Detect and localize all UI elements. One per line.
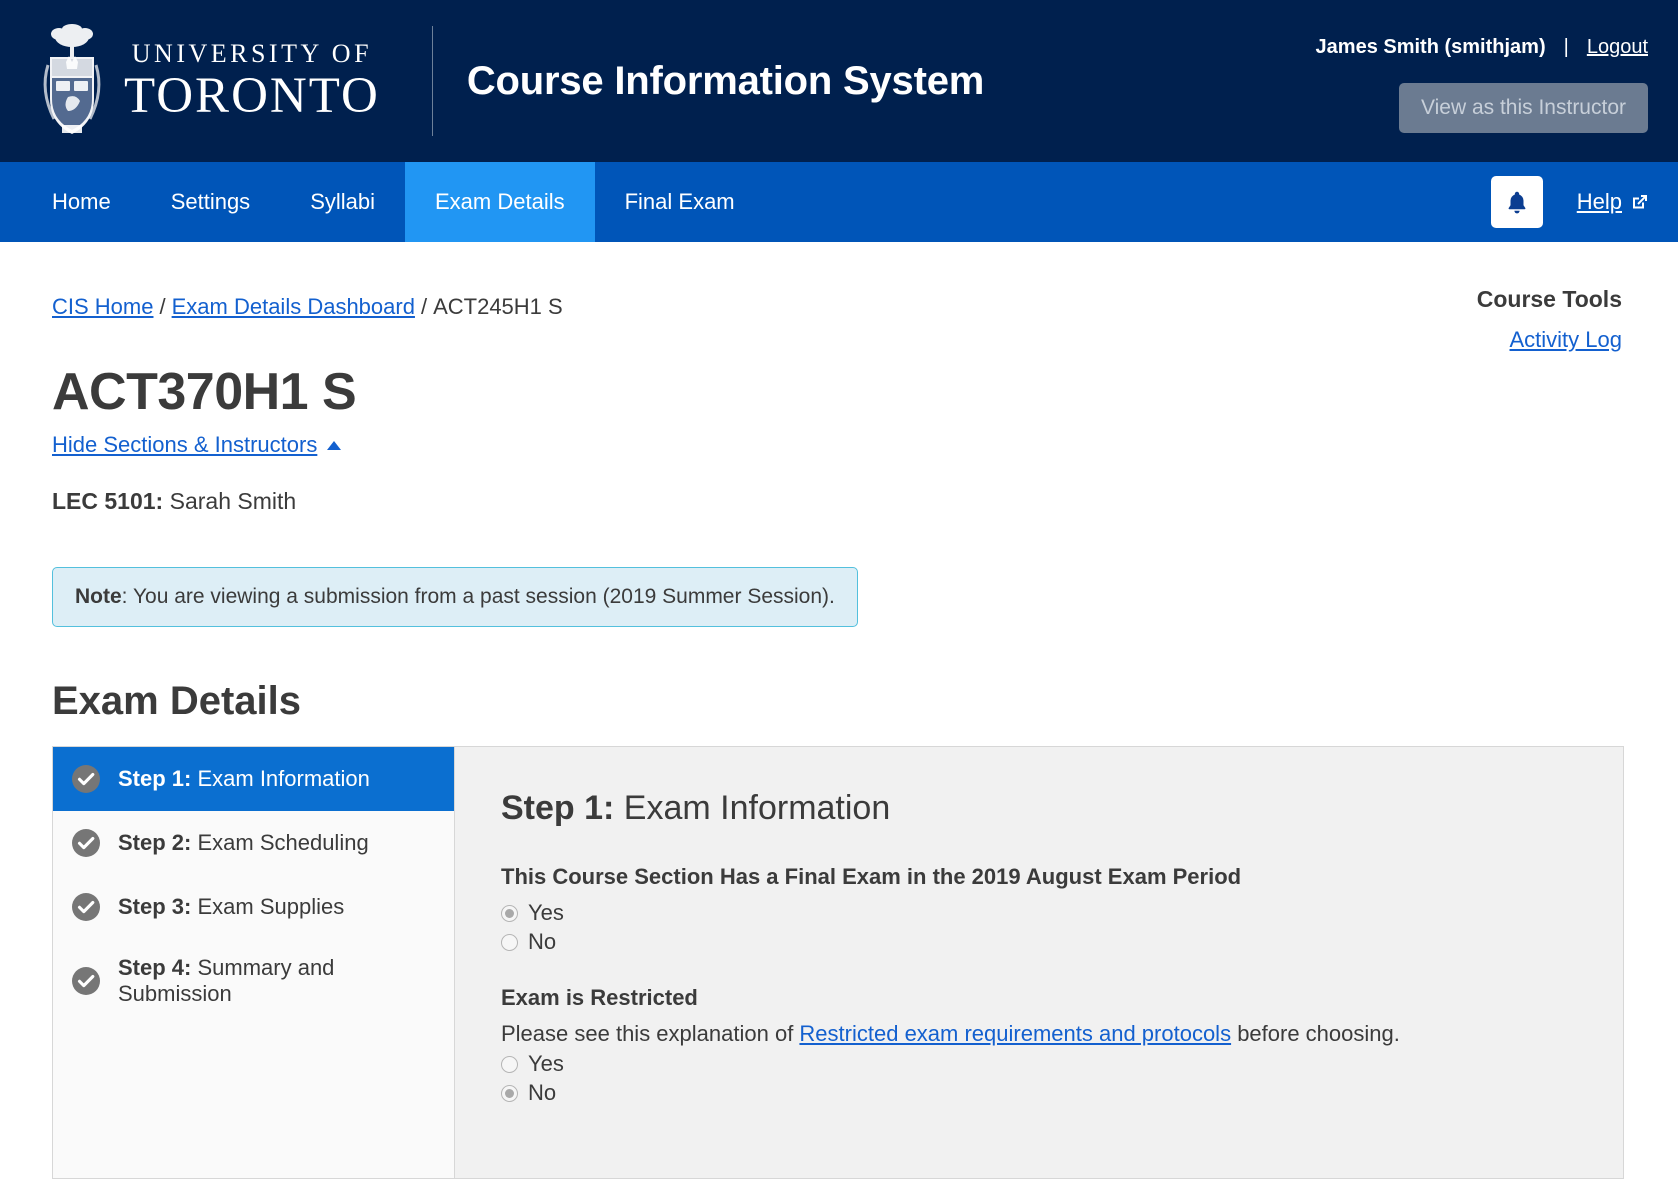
wizard-step-3-title: Exam Supplies: [191, 894, 345, 919]
header-divider: [431, 26, 433, 136]
uoft-wordmark-line2: TORONTO: [124, 67, 380, 124]
wizard-step-4-number: Step 4:: [118, 955, 192, 980]
exam-details-heading: Exam Details: [52, 679, 302, 723]
breadcrumb-exam-details-dashboard[interactable]: Exam Details Dashboard: [172, 294, 415, 319]
user-separator: |: [1563, 35, 1569, 58]
radio-final-exam-yes[interactable]: Yes: [501, 900, 1577, 926]
breadcrumb-separator-1: /: [159, 294, 166, 319]
notifications-button[interactable]: [1490, 176, 1543, 228]
wizard-step-3[interactable]: Step 3: Exam Supplies: [53, 875, 454, 939]
wizard-step-2-title: Exam Scheduling: [191, 830, 369, 855]
radio-dot-icon: [501, 1055, 518, 1073]
note-text: : You are viewing a submission from a pa…: [121, 585, 835, 608]
note-label: Note: [75, 585, 122, 608]
help-link[interactable]: Help: [1577, 189, 1650, 215]
step-panel-heading: Step 1: Exam Information: [501, 789, 1577, 828]
nav-right-actions: Help: [1490, 162, 1650, 242]
uoft-wordmark-line1: UNIVERSITY OF: [131, 38, 373, 68]
restricted-desc-before: Please see this explanation of: [501, 1021, 800, 1046]
radio-dot-icon: [501, 1084, 518, 1102]
field-final-exam-period-label: This Course Section Has a Final Exam in …: [501, 864, 1242, 889]
check-circle-icon: [72, 967, 100, 995]
header-user-area: James Smith (smithjam) | Logout View as …: [1316, 0, 1648, 162]
step-panel-title: Exam Information: [614, 789, 891, 827]
radio-restricted-no-label: No: [528, 1080, 557, 1105]
restricted-exam-requirements-link[interactable]: Restricted exam requirements and protoco…: [799, 1021, 1231, 1046]
user-line: James Smith (smithjam) | Logout: [1316, 36, 1648, 59]
radio-restricted-yes[interactable]: Yes: [501, 1051, 1577, 1077]
nav-item-exam-details[interactable]: Exam Details: [405, 162, 595, 242]
section-label: LEC 5101:: [52, 488, 164, 514]
main-navigation: Home Settings Syllabi Exam Details Final…: [0, 162, 1678, 242]
wizard-steps-list: Step 1: Exam Information Step 2: Exam Sc…: [53, 747, 455, 1178]
page-body: CIS Home / Exam Details Dashboard / ACT245H1…: [0, 242, 1678, 1179]
page-title: ACT370H1 S: [52, 363, 357, 421]
exam-details-wizard: Step 1: Exam Information Step 2: Exam Sc…: [52, 746, 1624, 1179]
field-exam-restricted-description: Please see this explanation of Restricte…: [501, 1021, 1577, 1047]
restricted-desc-after: before choosing.: [1231, 1021, 1400, 1046]
breadcrumb-current: ACT245H1 S: [433, 294, 563, 319]
breadcrumb-cis-home[interactable]: CIS Home: [52, 294, 153, 319]
hide-sections-label: Hide Sections & Instructors: [52, 432, 318, 457]
wizard-step-3-number: Step 3:: [118, 894, 192, 919]
course-tools-panel: Course Tools Activity Log: [1342, 286, 1622, 353]
field-exam-restricted-label: Exam is Restricted: [501, 985, 698, 1010]
section-instructor-row: LEC 5101: Sarah Smith: [52, 488, 1626, 515]
step-panel-number: Step 1:: [501, 789, 615, 827]
wizard-step-panel: Step 1: Exam Information This Course Sec…: [455, 747, 1623, 1178]
radio-restricted-no[interactable]: No: [501, 1080, 1577, 1106]
course-tools-title: Course Tools: [1476, 286, 1622, 312]
user-name: James Smith (smithjam): [1315, 35, 1546, 58]
radio-final-exam-no[interactable]: No: [501, 929, 1577, 955]
uoft-wordmark: UNIVERSITY OF TORONTO: [124, 38, 380, 124]
bell-icon: [1508, 191, 1526, 214]
wizard-step-2-label: Step 2: Exam Scheduling: [118, 830, 369, 856]
radio-dot-icon: [501, 933, 518, 951]
radio-final-exam-no-label: No: [528, 929, 557, 954]
app-title: Course Information System: [466, 58, 985, 103]
nav-item-home[interactable]: Home: [22, 162, 141, 242]
wizard-step-4-label: Step 4: Summary and Submission: [118, 955, 436, 1007]
logout-link[interactable]: Logout: [1587, 36, 1648, 59]
field-exam-restricted: Exam is Restricted Please see this expla…: [501, 985, 1577, 1106]
wizard-step-4[interactable]: Step 4: Summary and Submission: [53, 939, 454, 1023]
wizard-step-1-number: Step 1:: [118, 766, 192, 791]
help-label: Help: [1576, 189, 1622, 214]
uoft-crest-icon: [43, 24, 101, 134]
wizard-step-1-title: Exam Information: [191, 766, 370, 791]
wizard-step-1[interactable]: Step 1: Exam Information: [53, 747, 454, 811]
wizard-step-2[interactable]: Step 2: Exam Scheduling: [53, 811, 454, 875]
check-circle-icon: [72, 893, 100, 921]
activity-log-link[interactable]: Activity Log: [1510, 327, 1623, 353]
radio-dot-icon: [501, 904, 518, 922]
breadcrumb-separator-2: /: [420, 294, 428, 319]
field-final-exam-period: This Course Section Has a Final Exam in …: [501, 864, 1577, 955]
hide-sections-instructors-toggle[interactable]: Hide Sections & Instructors: [52, 432, 342, 458]
radio-final-exam-yes-label: Yes: [528, 900, 564, 925]
nav-item-settings[interactable]: Settings: [141, 162, 281, 242]
check-circle-icon: [72, 765, 100, 793]
nav-item-syllabi[interactable]: Syllabi: [280, 162, 405, 242]
nav-item-final-exam[interactable]: Final Exam: [595, 162, 765, 242]
chevron-up-icon: [327, 440, 342, 450]
check-circle-icon: [72, 829, 100, 857]
external-link-icon: [1633, 195, 1647, 209]
uoft-logo[interactable]: UNIVERSITY OF TORONTO: [0, 16, 380, 146]
wizard-step-3-label: Step 3: Exam Supplies: [118, 894, 344, 920]
view-as-instructor-button[interactable]: View as this Instructor: [1398, 82, 1648, 133]
wizard-step-2-number: Step 2:: [118, 830, 192, 855]
section-instructor-name: Sarah Smith: [169, 488, 297, 514]
wizard-step-1-label: Step 1: Exam Information: [118, 766, 370, 792]
nav-items: Home Settings Syllabi Exam Details Final…: [0, 162, 765, 242]
past-session-note: Note: You are viewing a submission from …: [52, 567, 858, 627]
top-header: UNIVERSITY OF TORONTO Course Information…: [0, 0, 1678, 162]
radio-restricted-yes-label: Yes: [528, 1051, 564, 1076]
